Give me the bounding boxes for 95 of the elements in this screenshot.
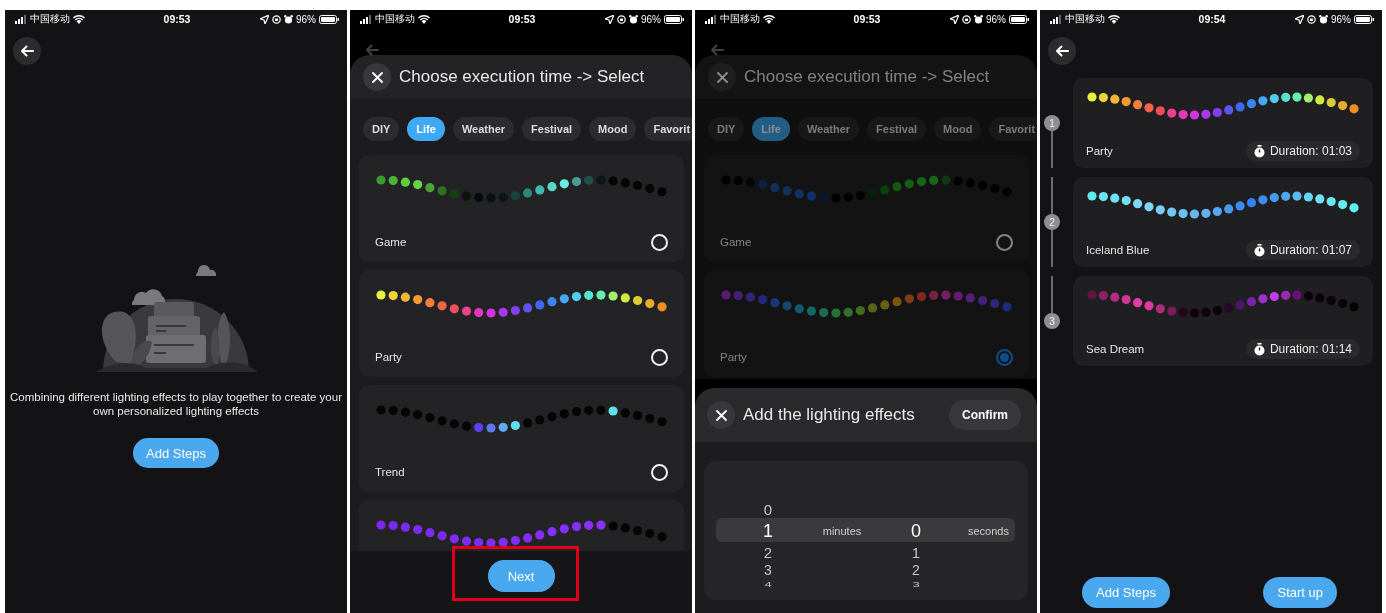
step-number: 1 — [1044, 115, 1060, 131]
sheet-title: Choose execution time -> Select — [399, 67, 645, 87]
carrier-name: 中国移动 — [30, 12, 70, 26]
close-button[interactable] — [707, 401, 735, 429]
back-arrow-icon — [1055, 45, 1069, 57]
location-icon — [605, 14, 614, 24]
effect-name: Party — [720, 351, 747, 363]
category-tab[interactable]: Favorit — [989, 117, 1037, 141]
effect-name: Game — [720, 236, 752, 248]
effect-card[interactable]: Game — [704, 155, 1029, 262]
category-tab[interactable]: Weather — [452, 117, 515, 141]
signal-icon — [705, 14, 717, 24]
wifi-icon — [1108, 14, 1120, 24]
effect-name: Trend — [375, 466, 405, 478]
picker-value[interactable]: 2 — [896, 563, 936, 577]
picker-unit: minutes — [821, 525, 863, 537]
category-tab[interactable]: DIY — [363, 117, 400, 141]
picker-value[interactable]: 2 — [748, 545, 788, 560]
alarm-icon — [974, 14, 983, 24]
effect-card[interactable]: Party — [359, 270, 684, 377]
location-icon — [950, 14, 959, 24]
back-arrow-icon — [20, 45, 34, 57]
effect-name: Game — [375, 236, 407, 248]
stopwatch-icon — [1253, 144, 1265, 158]
carrier-name: 中国移动 — [1065, 12, 1105, 26]
effect-name: Party — [1086, 145, 1113, 157]
category-tab[interactable]: Festival — [522, 117, 582, 141]
category-tab[interactable]: Mood — [934, 117, 982, 141]
close-icon — [715, 409, 727, 421]
location-icon — [260, 14, 269, 24]
battery-percent: 96% — [986, 13, 1006, 25]
confirm-button[interactable]: Confirm — [949, 400, 1021, 430]
alarm-icon — [284, 14, 293, 24]
picker-unit: seconds — [967, 525, 1010, 537]
stopwatch-icon — [1253, 243, 1265, 257]
battery-icon — [319, 14, 339, 24]
close-icon — [716, 71, 728, 83]
duration-text: Duration: 01:03 — [1269, 144, 1352, 158]
category-tab[interactable]: Mood — [589, 117, 637, 141]
radio-button[interactable] — [996, 348, 1013, 366]
effect-card[interactable]: Game — [359, 155, 684, 262]
rotation-lock-icon — [617, 14, 626, 24]
status-time: 09:54 — [1198, 13, 1226, 25]
step-number: 2 — [1044, 214, 1060, 230]
carrier-name: 中国移动 — [375, 12, 415, 26]
signal-icon — [360, 14, 372, 24]
wifi-icon — [763, 14, 775, 24]
picker-value[interactable]: 1 — [748, 522, 788, 540]
battery-percent: 96% — [296, 13, 316, 25]
rotation-lock-icon — [272, 14, 281, 24]
empty-state-message: Combining different lighting effects to play together to create your own personalized lighting effects — [9, 390, 343, 418]
effect-name: Party — [375, 351, 402, 363]
battery-icon — [1354, 14, 1374, 24]
category-tab[interactable]: DIY — [708, 117, 745, 141]
picker-value[interactable]: 0 — [748, 502, 788, 517]
close-button[interactable] — [363, 63, 391, 91]
rotation-lock-icon — [1307, 14, 1316, 24]
alarm-icon — [629, 14, 638, 24]
sheet-title: Choose execution time -> Select — [744, 67, 990, 87]
battery-percent: 96% — [1331, 13, 1351, 25]
carrier-name: 中国移动 — [720, 12, 760, 26]
step-card[interactable]: Sea Dream Duration: 01:14 — [1073, 276, 1373, 366]
effect-name: Iceland Blue — [1086, 244, 1150, 256]
picker-value[interactable]: 3 — [748, 563, 788, 577]
location-icon — [1295, 14, 1304, 24]
battery-icon — [664, 14, 684, 24]
close-icon — [371, 71, 383, 83]
rotation-lock-icon — [962, 14, 971, 24]
category-tab[interactable]: Festival — [867, 117, 927, 141]
status-time: 09:53 — [163, 13, 191, 25]
step-card[interactable]: Party Duration: 01:03 — [1073, 78, 1373, 168]
wifi-icon — [418, 14, 430, 24]
duration-text: Duration: 01:14 — [1269, 342, 1352, 356]
signal-icon — [15, 14, 27, 24]
effect-card[interactable]: Trend — [359, 385, 684, 492]
picker-value[interactable]: 1 — [896, 545, 936, 560]
effect-name: Sea Dream — [1086, 343, 1145, 355]
wifi-icon — [73, 14, 85, 24]
category-tab[interactable]: Weather — [797, 117, 860, 141]
status-time: 09:53 — [508, 13, 536, 25]
step-card[interactable]: Iceland Blue Duration: 01:07 — [1073, 177, 1373, 267]
alarm-icon — [1319, 14, 1328, 24]
dialog-title: Add the lighting effects — [743, 405, 916, 425]
status-time: 09:53 — [853, 13, 881, 25]
step-number: 3 — [1044, 313, 1060, 329]
effect-card[interactable]: Party — [704, 270, 1029, 377]
duration-text: Duration: 01:07 — [1269, 243, 1352, 257]
battery-percent: 96% — [641, 13, 661, 25]
stopwatch-icon — [1253, 342, 1265, 356]
category-tab[interactable]: Favorit — [644, 117, 692, 141]
battery-icon — [1009, 14, 1029, 24]
signal-icon — [1050, 14, 1062, 24]
back-button[interactable] — [13, 37, 41, 65]
picker-value[interactable]: 0 — [896, 522, 936, 540]
back-button[interactable] — [1048, 37, 1076, 65]
